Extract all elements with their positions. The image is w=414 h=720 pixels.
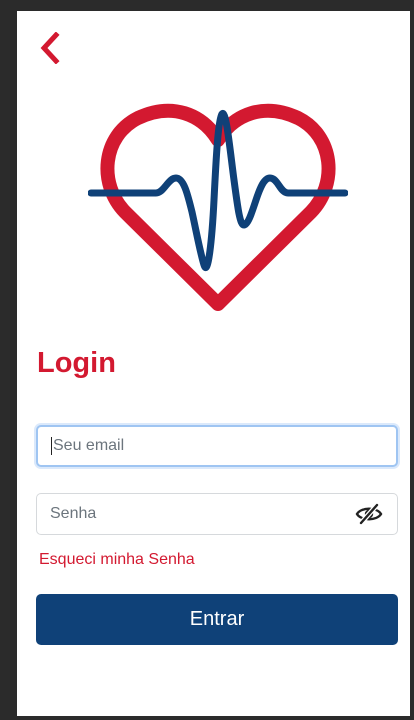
email-placeholder: Seu email: [53, 437, 125, 454]
login-title: Login: [37, 347, 116, 379]
password-field[interactable]: Senha: [36, 493, 398, 535]
back-button[interactable]: [34, 30, 66, 66]
eye-slash-icon[interactable]: [355, 503, 383, 525]
forgot-password-link[interactable]: Esqueci minha Senha: [39, 551, 195, 569]
app-frame: Login Seu email Senha Esqueci minha Senh…: [0, 0, 414, 720]
window-border-left: [0, 0, 17, 720]
heart-heartbeat-logo: [88, 103, 348, 311]
login-submit-button[interactable]: Entrar: [36, 594, 398, 645]
text-caret: [51, 437, 52, 455]
window-border-top: [0, 0, 414, 11]
heartbeat-line: [88, 110, 348, 271]
email-field[interactable]: Seu email: [36, 425, 398, 467]
window-border-right: [410, 0, 414, 720]
chevron-left-icon: [40, 32, 60, 64]
window-border-bottom: [0, 716, 414, 720]
password-placeholder: Senha: [50, 505, 97, 522]
